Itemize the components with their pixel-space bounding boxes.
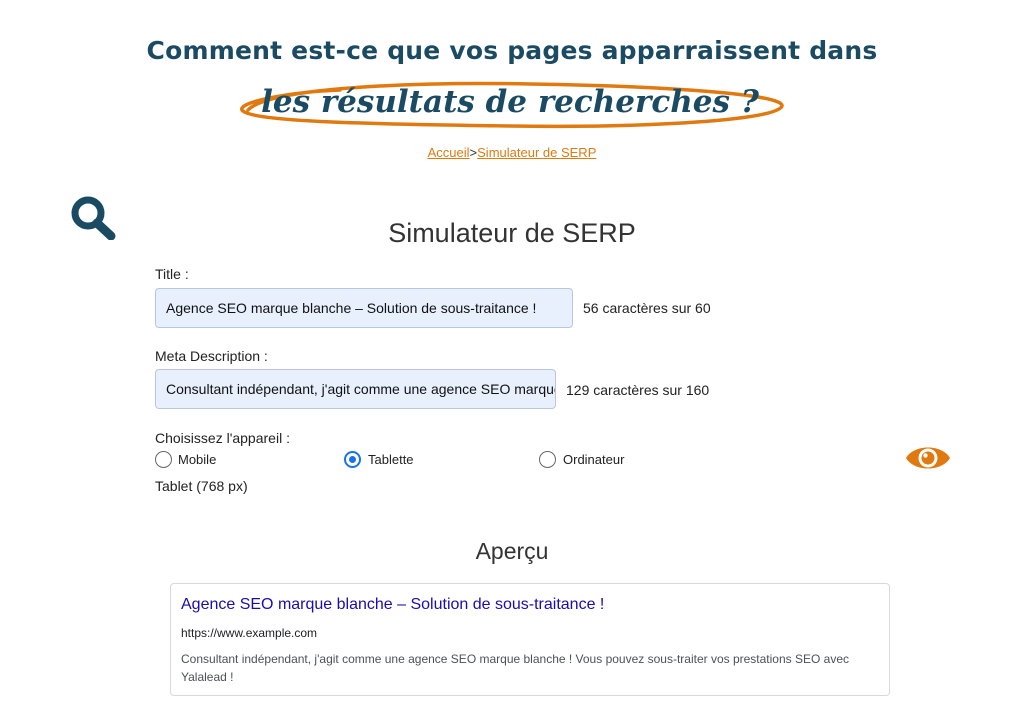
radio-tablette[interactable] — [344, 451, 361, 468]
radio-ordinateur[interactable] — [539, 451, 556, 468]
serp-preview-card: Agence SEO marque blanche – Solution de … — [170, 583, 890, 696]
breadcrumb: Accueil>Simulateur de SERP — [0, 145, 1024, 160]
serp-preview-description: Consultant indépendant, j'agit comme une… — [181, 652, 850, 684]
serp-preview-url: https://www.example.com — [181, 626, 318, 640]
breadcrumb-separator: > — [469, 145, 478, 160]
radio-mobile[interactable] — [155, 451, 172, 468]
radio-tablette-label[interactable]: Tablette — [368, 452, 414, 467]
device-label: Choisissez l'appareil : — [155, 430, 290, 446]
eye-icon[interactable] — [904, 441, 952, 475]
radio-mobile-label[interactable]: Mobile — [178, 452, 216, 467]
preview-heading: Aperçu — [475, 538, 549, 564]
meta-description-input[interactable]: Consultant indépendant, j'agit comme une… — [155, 369, 556, 409]
title-label: Title : — [155, 266, 189, 282]
title-char-count: 56 caractères sur 60 — [583, 300, 711, 316]
device-width-info: Tablet (768 px) — [155, 478, 248, 494]
breadcrumb-home-link[interactable]: Accueil — [428, 145, 470, 160]
serp-preview-title[interactable]: Agence SEO marque blanche – Solution de … — [181, 596, 604, 614]
breadcrumb-current-link[interactable]: Simulateur de SERP — [477, 145, 596, 160]
title-input[interactable]: Agence SEO marque blanche – Solution de … — [155, 288, 573, 328]
hero-title-line1: Comment est-ce que vos pages apparraisse… — [146, 36, 878, 65]
radio-ordinateur-label[interactable]: Ordinateur — [563, 452, 624, 467]
page-heading: Simulateur de SERP — [388, 218, 636, 248]
meta-description-char-count: 129 caractères sur 160 — [566, 382, 710, 398]
meta-description-label: Meta Description : — [155, 348, 268, 364]
hero-title-line2: les résultats de recherches ? — [261, 84, 759, 120]
hero-title-line2-wrap: les résultats de recherches ? — [230, 76, 790, 132]
